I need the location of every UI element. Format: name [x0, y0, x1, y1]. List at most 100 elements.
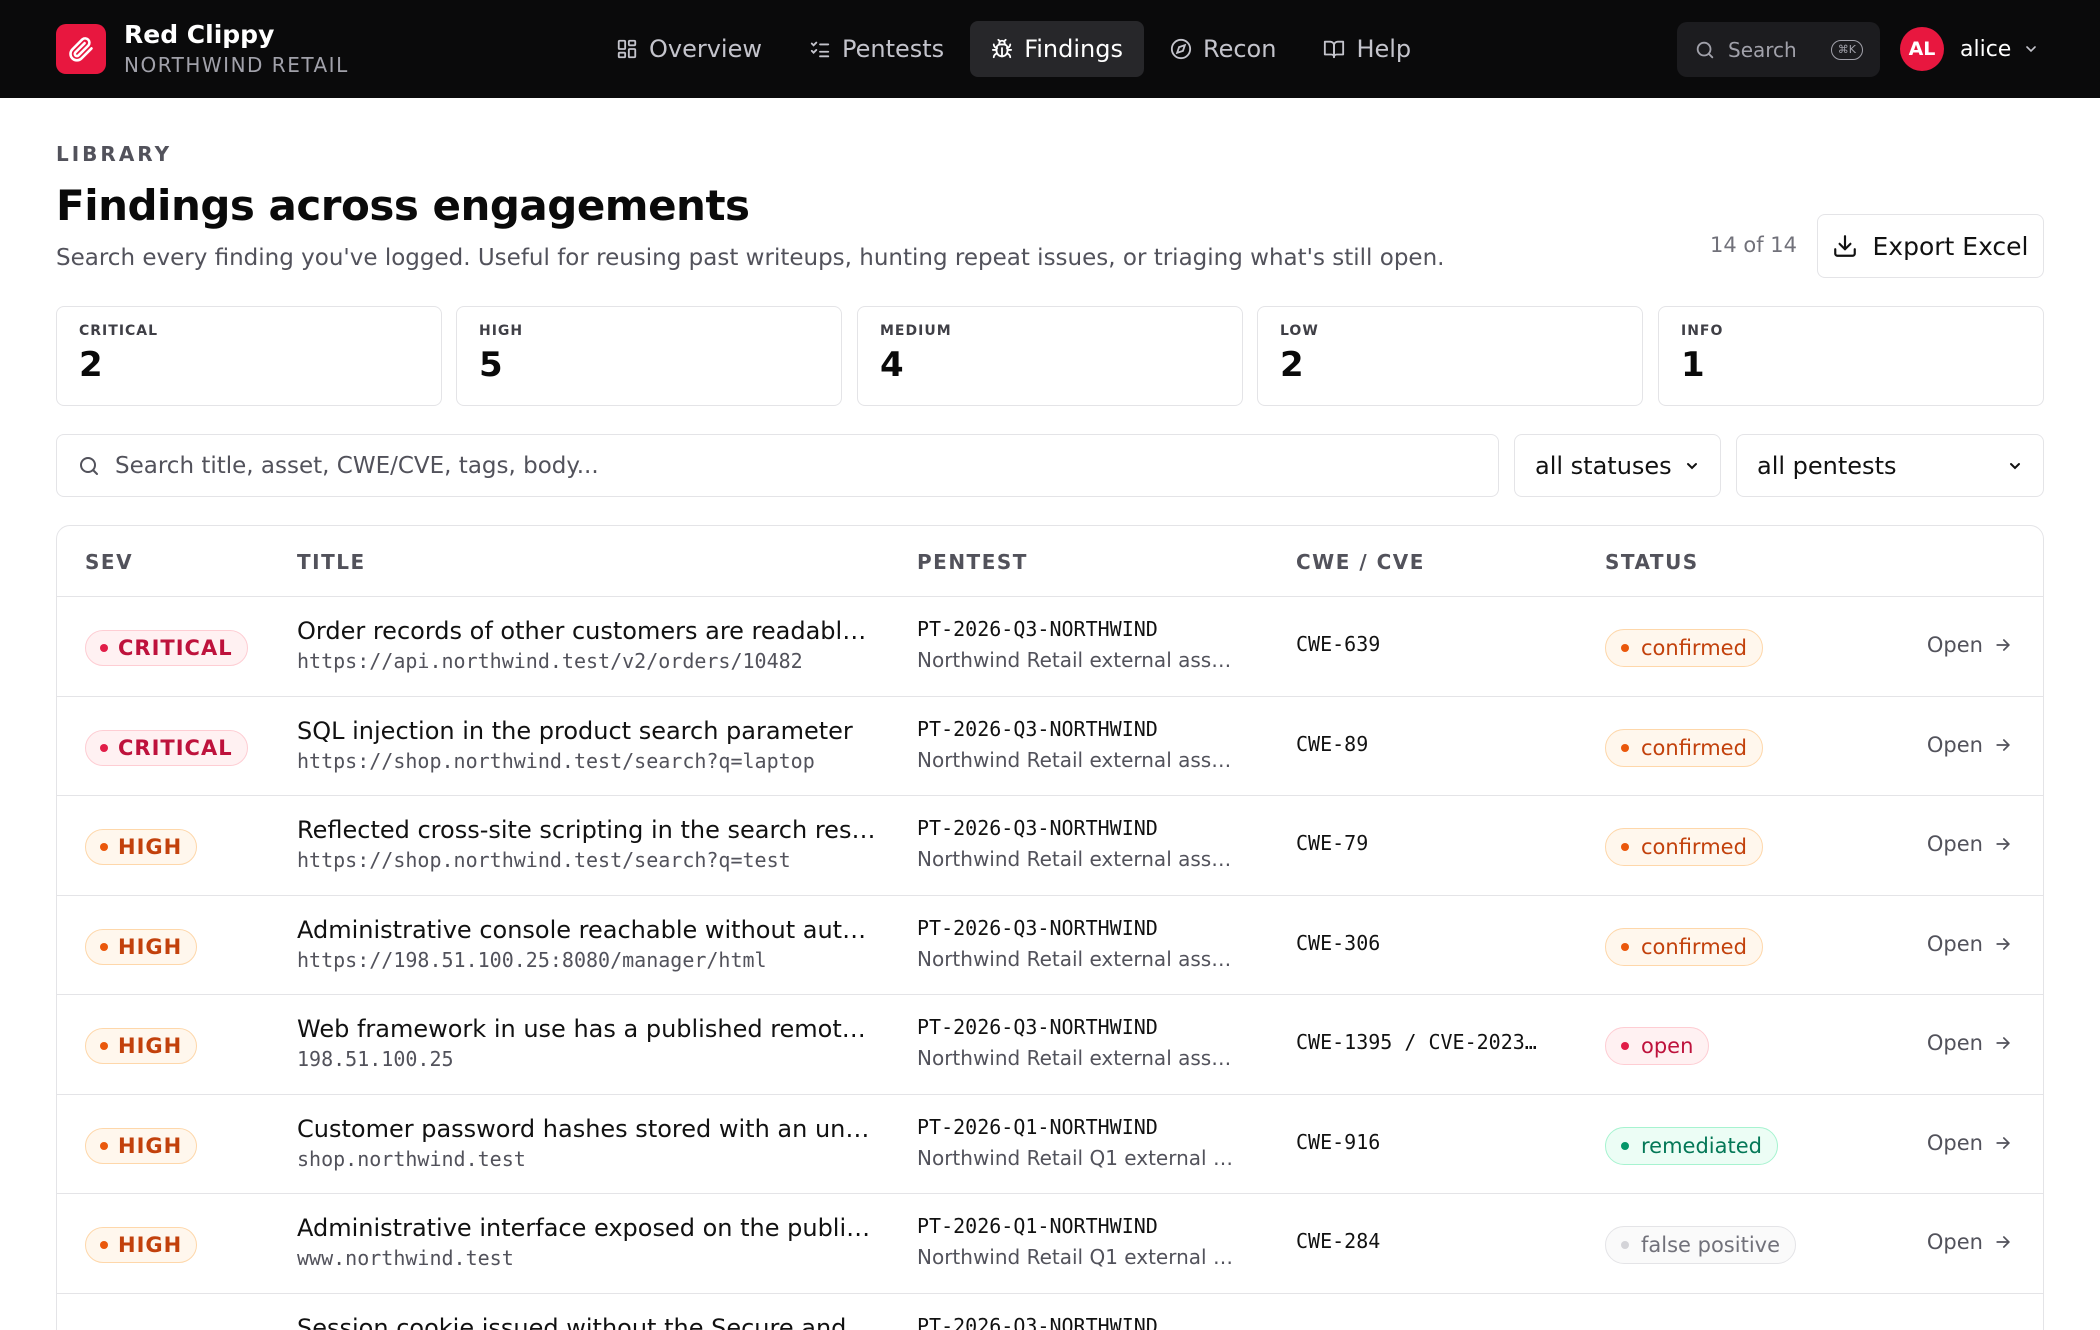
- finding-title[interactable]: Order records of other customers are rea…: [297, 617, 877, 645]
- column-header-cwe[interactable]: CWE / CVE: [1296, 550, 1425, 574]
- status-dot: [1621, 843, 1629, 851]
- nav-pentests-label: Pentests: [842, 35, 945, 63]
- pentest-id[interactable]: PT-2026-Q3-NORTHWIND: [917, 717, 1158, 741]
- findings-table: SEV TITLE PENTEST CWE / CVE STATUS CRITI…: [56, 525, 2044, 1330]
- pentest-name: Northwind Retail external assessment: [917, 747, 1237, 772]
- pentest-id[interactable]: PT-2026-Q1-NORTHWIND: [917, 1214, 1158, 1238]
- severity-badge: HIGH: [85, 928, 198, 965]
- column-header-sev[interactable]: SEV: [85, 550, 133, 574]
- severity-label: HIGH: [118, 1233, 183, 1257]
- finding-title[interactable]: Administrative interface exposed on the …: [297, 1214, 877, 1242]
- open-finding-link[interactable]: Open: [1927, 832, 2013, 856]
- pentest-id[interactable]: PT-2026-Q3-NORTHWIND: [917, 617, 1158, 641]
- stat-value: 2: [79, 345, 103, 385]
- status-badge: remediated: [1605, 1126, 1778, 1165]
- table-row[interactable]: HIGH Administrative console reachable wit…: [57, 896, 2043, 995]
- severity-dot: [100, 1042, 108, 1050]
- finding-title[interactable]: Session cookie issued without the Secure…: [297, 1314, 877, 1330]
- nav-pentests[interactable]: Pentests: [788, 21, 965, 77]
- finding-title[interactable]: Customer password hashes stored with an …: [297, 1115, 877, 1143]
- open-finding-link[interactable]: Open: [1927, 1230, 2013, 1254]
- open-finding-link[interactable]: Open: [1927, 1031, 2013, 1055]
- status-dot: [1621, 1241, 1629, 1249]
- open-finding-link[interactable]: Open: [1927, 633, 2013, 657]
- status-filter-select[interactable]: all statuses: [1514, 434, 1721, 497]
- arrow-right-icon: [1996, 1136, 2010, 1149]
- status-dot: [1621, 743, 1629, 752]
- column-header-pentest[interactable]: PENTEST: [917, 550, 1028, 574]
- pentest-filter-select[interactable]: all pentests: [1736, 434, 2044, 497]
- arrow-right-icon: [1996, 1236, 2010, 1248]
- status-badge: false positive: [1605, 1226, 1797, 1264]
- book-icon: [1324, 40, 1345, 59]
- brand-name: Red Clippy: [124, 19, 275, 49]
- table-row[interactable]: CRITICAL SQL injection in the product sea…: [57, 697, 2043, 796]
- pentest-id[interactable]: PT-2026-Q3-NORTHWIND: [917, 1015, 1158, 1039]
- open-finding-link[interactable]: Open: [1927, 932, 2013, 956]
- stat-card-info[interactable]: INFO 1: [1658, 306, 2044, 406]
- severity-label: HIGH: [118, 934, 183, 959]
- result-count: 14 of 14: [1709, 233, 1797, 257]
- cwe-cve: CWE-79: [1296, 831, 1369, 855]
- open-finding-link[interactable]: Open: [1927, 733, 2013, 757]
- status-dot: [1621, 1141, 1629, 1150]
- table-row[interactable]: HIGH Customer password hashes stored with…: [57, 1095, 2043, 1194]
- status-label: confirmed: [1641, 835, 1747, 859]
- cwe-cve: CWE-639: [1296, 632, 1381, 656]
- nav-help[interactable]: Help: [1302, 21, 1432, 77]
- global-search-label: Search: [1728, 37, 1797, 62]
- pentest-id[interactable]: PT-2026-Q3-NORTHWIND: [917, 916, 1158, 940]
- nav-findings[interactable]: Findings: [970, 21, 1144, 77]
- paperclip-icon: [56, 24, 106, 74]
- nav-recon[interactable]: Recon: [1149, 21, 1297, 77]
- table-row[interactable]: HIGH Web framework in use has a published…: [57, 995, 2043, 1095]
- pentest-id[interactable]: PT-2026-Q3-NORTHWIND: [917, 816, 1158, 840]
- severity-dot: [100, 843, 108, 851]
- export-excel-label: Export Excel: [1872, 231, 2029, 261]
- cwe-cve: CWE-89: [1296, 731, 1369, 756]
- pentest-name: Northwind Retail external assessment: [917, 1046, 1237, 1070]
- stat-card-medium[interactable]: MEDIUM 4: [857, 306, 1243, 406]
- user-name: alice: [1960, 36, 2012, 62]
- finding-asset: shop.northwind.test: [297, 1146, 526, 1171]
- table-row[interactable]: HIGH Administrative interface exposed on …: [57, 1194, 2043, 1294]
- status-dot: [1621, 644, 1629, 652]
- pentest-id[interactable]: PT-2026-Q1-NORTHWIND: [917, 1115, 1158, 1139]
- stat-label: INFO: [1681, 323, 1724, 339]
- nav-overview[interactable]: Overview: [595, 21, 783, 77]
- finding-asset: https://shop.northwind.test/search?q=tes…: [297, 848, 791, 872]
- arrow-right-icon: [1996, 937, 2010, 950]
- global-search-button[interactable]: Search ⌘K: [1677, 22, 1880, 77]
- table-row[interactable]: CRITICAL Order records of other customers…: [57, 597, 2043, 697]
- table-row[interactable]: Session cookie issued without the Secure…: [57, 1294, 2043, 1330]
- open-label: Open: [1926, 1230, 1983, 1254]
- column-header-status[interactable]: STATUS: [1605, 550, 1699, 574]
- stat-card-high[interactable]: HIGH 5: [456, 306, 842, 406]
- finding-title[interactable]: SQL injection in the product search para…: [297, 717, 877, 745]
- stat-card-low[interactable]: LOW 2: [1257, 306, 1643, 406]
- status-label: confirmed: [1641, 735, 1747, 760]
- findings-search-box[interactable]: [56, 434, 1499, 497]
- export-excel-button[interactable]: Export Excel: [1817, 214, 2044, 278]
- finding-title[interactable]: Administrative console reachable without…: [297, 916, 877, 944]
- open-label: Open: [1926, 832, 1983, 856]
- nav-recon-label: Recon: [1202, 35, 1277, 63]
- findings-search-input[interactable]: [115, 452, 1478, 479]
- pentest-filter-value: all pentests: [1757, 451, 1897, 480]
- stat-card-critical[interactable]: CRITICAL 2: [56, 306, 442, 406]
- finding-title[interactable]: Web framework in use has a published rem…: [297, 1015, 877, 1043]
- open-finding-link[interactable]: Open: [1927, 1131, 2013, 1155]
- checklist-icon: [810, 41, 830, 58]
- page-eyebrow: LIBRARY: [56, 142, 173, 166]
- table-row[interactable]: HIGH Reflected cross-site scripting in th…: [57, 796, 2043, 896]
- nav-findings-label: Findings: [1024, 35, 1123, 63]
- column-header-title[interactable]: TITLE: [297, 550, 366, 574]
- finding-asset: https://api.northwind.test/v2/orders/104…: [297, 649, 803, 673]
- user-menu[interactable]: AL alice: [1900, 27, 2039, 71]
- cwe-cve: CWE-1395 / CVE-2023…: [1296, 1030, 1537, 1054]
- brand[interactable]: Red Clippy NORTHWIND RETAIL: [56, 19, 349, 77]
- finding-title[interactable]: Reflected cross-site scripting in the se…: [297, 816, 877, 844]
- pentest-name: Northwind Retail Q1 external assessment: [917, 1245, 1237, 1269]
- status-badge: confirmed: [1605, 828, 1763, 866]
- pentest-id[interactable]: PT-2026-Q3-NORTHWIND: [917, 1314, 1158, 1330]
